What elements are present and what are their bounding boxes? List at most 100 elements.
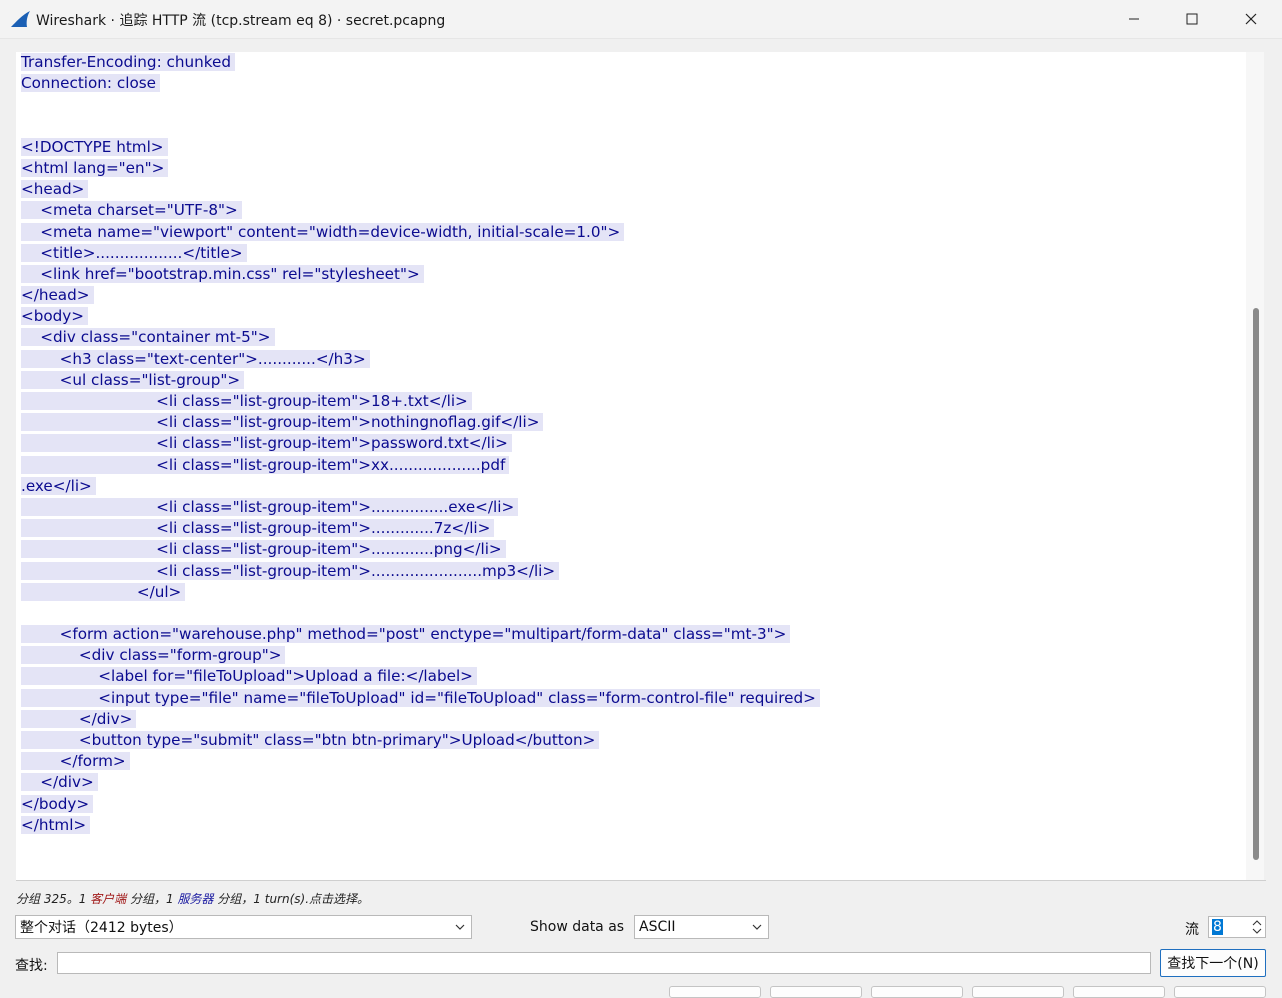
stream-line: </ul> — [21, 582, 820, 603]
stream-line: <li class="list-group-item">............… — [21, 539, 820, 560]
stream-line-text: <meta name="viewport" content="width=dev… — [21, 222, 625, 241]
stream-content-pane[interactable]: Transfer-Encoding: chunked Connection: cl… — [16, 52, 1246, 880]
chevron-down-icon — [455, 921, 465, 937]
status-prefix: 分组 325。1 — [16, 892, 91, 906]
stream-number-value[interactable]: 8 — [1212, 919, 1223, 935]
show-data-as-value: ASCII — [639, 919, 676, 935]
stream-line-text: </head> — [21, 286, 94, 305]
packet-status-text: 分组 325。1 客户端 分组，1 服务器 分组，1 turn(s).点击选择。 — [16, 890, 369, 907]
divider — [16, 880, 1266, 881]
bottom-button-2[interactable] — [770, 986, 862, 998]
bottom-button-5[interactable] — [1073, 986, 1165, 998]
stream-line — [21, 94, 820, 115]
wireshark-fin-icon — [10, 10, 32, 28]
scrollbar-thumb[interactable] — [1253, 308, 1259, 860]
stream-line-text: </body> — [21, 794, 94, 813]
stream-line: <li class="list-group-item">............… — [21, 518, 820, 539]
stream-line-text — [21, 95, 25, 113]
title-bar: Wireshark · 追踪 HTTP 流 (tcp.stream eq 8) … — [0, 0, 1282, 39]
stream-line-text: <input type="file" name="fileToUpload" i… — [21, 688, 820, 707]
stream-line-text: <div class="container mt-5"> — [21, 328, 275, 347]
find-input[interactable] — [57, 952, 1151, 974]
stream-line-text: <li class="list-group-item">............… — [21, 561, 560, 580]
chevron-down-icon — [752, 921, 762, 937]
stream-line-text: <li class="list-group-item">............… — [21, 540, 506, 559]
stream-line: <li class="list-group-item">18+.txt</li> — [21, 391, 820, 412]
stream-line-text: </form> — [21, 752, 130, 771]
bottom-button-4[interactable] — [972, 986, 1064, 998]
find-next-button[interactable]: 查找下一个(N) — [1160, 949, 1266, 977]
bottom-button-1[interactable] — [669, 986, 761, 998]
stream-line: <meta charset="UTF-8"> — [21, 200, 820, 221]
stream-line: <meta name="viewport" content="width=dev… — [21, 222, 820, 243]
stream-line-text: <li class="list-group-item">............… — [21, 519, 495, 538]
stream-line: </html> — [21, 815, 820, 836]
show-data-as-label: Show data as — [530, 919, 625, 935]
stream-line: <li class="list-group-item">............… — [21, 497, 820, 518]
stream-line-text: </html> — [21, 815, 91, 834]
show-data-as-select[interactable]: ASCII — [634, 915, 769, 939]
stream-line-text: <form action="warehouse.php" method="pos… — [21, 625, 791, 644]
stream-line: <div class="form-group"> — [21, 645, 820, 666]
stream-line-text: <label for="fileToUpload">Upload a file:… — [21, 667, 477, 686]
stream-text[interactable]: Transfer-Encoding: chunked Connection: cl… — [21, 52, 820, 836]
stream-number-label: 流 — [1185, 922, 1199, 938]
stream-line: <head> — [21, 179, 820, 200]
stream-line: </head> — [21, 285, 820, 306]
stream-line: <form action="warehouse.php" method="pos… — [21, 624, 820, 645]
stream-line: <title>..................</title> — [21, 243, 820, 264]
stream-line: <button type="submit" class="btn btn-pri… — [21, 730, 820, 751]
stream-line: <link href="bootstrap.min.css" rel="styl… — [21, 264, 820, 285]
stream-line: </body> — [21, 794, 820, 815]
server-packets-label[interactable]: 服务器 — [177, 892, 213, 906]
stream-line: <li class="list-group-item">nothingnofla… — [21, 412, 820, 433]
stream-line-text: Connection: close — [21, 74, 160, 93]
stream-line-text: </div> — [21, 709, 137, 728]
stream-line: <ul class="list-group"> — [21, 370, 820, 391]
stream-line-text: <!DOCTYPE html> — [21, 137, 168, 156]
stream-line: <h3 class="text-center">............</h3… — [21, 349, 820, 370]
stream-line-text: <meta charset="UTF-8"> — [21, 201, 242, 220]
minimize-button[interactable] — [1105, 0, 1163, 38]
minimize-icon — [1128, 10, 1140, 29]
close-button[interactable] — [1222, 0, 1280, 38]
conversation-select-value: 整个对话（2412 bytes） — [20, 920, 183, 936]
stream-line: <div class="container mt-5"> — [21, 327, 820, 348]
stream-line-text: <head> — [21, 180, 89, 199]
stream-line: <li class="list-group-item">password.txt… — [21, 433, 820, 454]
bottom-button-6[interactable] — [1174, 986, 1266, 998]
find-label: 查找: — [15, 958, 48, 974]
stream-line-text: </div> — [21, 773, 98, 792]
stream-line: Transfer-Encoding: chunked — [21, 52, 820, 73]
stream-line-text: .exe</li> — [21, 476, 96, 495]
stream-line: <!DOCTYPE html> — [21, 137, 820, 158]
stream-line: <body> — [21, 306, 820, 327]
stream-line-text: <link href="bootstrap.min.css" rel="styl… — [21, 264, 424, 283]
spin-arrows-icon[interactable] — [1249, 917, 1265, 937]
maximize-button[interactable] — [1163, 0, 1221, 38]
stream-line: </form> — [21, 751, 820, 772]
stream-line-text: <li class="list-group-item">............… — [21, 497, 519, 516]
bottom-button-3[interactable] — [871, 986, 963, 998]
stream-line-text: <li class="list-group-item">18+.txt</li> — [21, 392, 472, 410]
stream-line-text: <li class="list-group-item">xx..........… — [21, 455, 510, 474]
conversation-select[interactable]: 整个对话（2412 bytes） — [15, 915, 472, 939]
stream-line-text: <h3 class="text-center">............</h3… — [21, 349, 370, 368]
stream-line: </div> — [21, 772, 820, 793]
stream-line: <label for="fileToUpload">Upload a file:… — [21, 666, 820, 687]
stream-line-text: <li class="list-group-item">password.txt… — [21, 434, 512, 453]
stream-line — [21, 603, 820, 624]
stream-line-text: <html lang="en"> — [21, 158, 169, 177]
stream-line-text: <button type="submit" class="btn btn-pri… — [21, 731, 600, 749]
stream-line-text — [21, 117, 25, 135]
stream-line-text: <body> — [21, 307, 89, 326]
maximize-icon — [1186, 10, 1198, 29]
stream-line: <li class="list-group-item">xx..........… — [21, 455, 820, 476]
stream-line-text: <title>..................</title> — [21, 243, 247, 262]
stream-line-text — [21, 604, 25, 622]
stream-number-spinbox[interactable]: 8 — [1208, 916, 1266, 938]
client-packets-label[interactable]: 客户端 — [90, 892, 126, 906]
stream-line: </div> — [21, 709, 820, 730]
window-title: Wireshark · 追踪 HTTP 流 (tcp.stream eq 8) … — [36, 13, 446, 29]
stream-line: <input type="file" name="fileToUpload" i… — [21, 688, 820, 709]
